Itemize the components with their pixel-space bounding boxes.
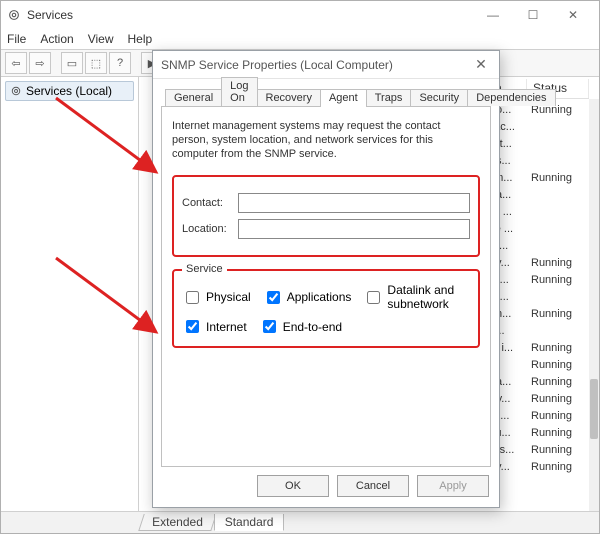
tabstrip: General Log On Recovery Agent Traps Secu…: [161, 85, 491, 107]
close-button[interactable]: ✕: [553, 1, 593, 29]
menu-view[interactable]: View: [88, 32, 114, 46]
tab-recovery[interactable]: Recovery: [257, 89, 321, 106]
service-legend: Service: [182, 263, 227, 275]
menu-action[interactable]: Action: [40, 32, 73, 46]
applications-checkbox[interactable]: Applications: [263, 288, 352, 307]
dialog-title: SNMP Service Properties (Local Computer): [161, 58, 471, 72]
dialog-buttons: OK Cancel Apply: [257, 475, 489, 497]
tab-extended[interactable]: Extended: [138, 514, 216, 531]
tab-general[interactable]: General: [165, 89, 222, 106]
tree-root-label: Services (Local): [26, 84, 112, 98]
menu-help[interactable]: Help: [128, 32, 153, 46]
tab-security[interactable]: Security: [410, 89, 468, 106]
location-label: Location:: [182, 223, 238, 235]
tab-traps[interactable]: Traps: [366, 89, 412, 106]
help-button[interactable]: ?: [109, 52, 131, 74]
location-input[interactable]: [238, 219, 470, 239]
internet-checkbox[interactable]: Internet: [182, 317, 247, 336]
physical-checkbox[interactable]: Physical: [182, 288, 251, 307]
minimize-button[interactable]: —: [473, 1, 513, 29]
intro-text: Internet management systems may request …: [172, 119, 480, 161]
forward-button[interactable]: ⇨: [29, 52, 51, 74]
tab-agent[interactable]: Agent: [320, 89, 367, 107]
contact-input[interactable]: [238, 193, 470, 213]
tab-logon[interactable]: Log On: [221, 77, 257, 106]
contact-location-group: Contact: Location:: [172, 175, 480, 257]
bottom-tabs: Extended Standard: [141, 511, 284, 531]
dialog-titlebar: SNMP Service Properties (Local Computer)…: [153, 51, 499, 79]
tree-panel: Services (Local): [1, 77, 139, 511]
scrollbar-thumb[interactable]: [590, 379, 598, 439]
statusbar: [1, 511, 599, 533]
export-button[interactable]: ⬚: [85, 52, 107, 74]
back-button[interactable]: ⇦: [5, 52, 27, 74]
titlebar: Services — ☐ ✕: [1, 1, 599, 29]
gear-icon: [7, 8, 21, 22]
window-title: Services: [27, 8, 473, 22]
tree-root[interactable]: Services (Local): [5, 81, 134, 101]
show-hide-button[interactable]: ▭: [61, 52, 83, 74]
ok-button[interactable]: OK: [257, 475, 329, 497]
menu-file[interactable]: File: [7, 32, 26, 46]
endtoend-checkbox[interactable]: End-to-end: [259, 317, 342, 336]
contact-label: Contact:: [182, 197, 238, 209]
maximize-button[interactable]: ☐: [513, 1, 553, 29]
dialog-close-button[interactable]: ✕: [471, 56, 491, 73]
menubar: File Action View Help: [1, 29, 599, 49]
tab-standard[interactable]: Standard: [214, 514, 285, 531]
cancel-button[interactable]: Cancel: [337, 475, 409, 497]
tab-content: Internet management systems may request …: [161, 107, 491, 467]
tab-dependencies[interactable]: Dependencies: [467, 89, 555, 106]
snmp-properties-dialog: SNMP Service Properties (Local Computer)…: [152, 50, 500, 508]
datalink-checkbox[interactable]: Datalink and subnetwork: [363, 283, 470, 311]
vertical-scrollbar[interactable]: [589, 99, 599, 511]
service-group: Service Physical Applications Datalink a…: [172, 269, 480, 348]
gear-icon: [10, 85, 22, 97]
apply-button[interactable]: Apply: [417, 475, 489, 497]
